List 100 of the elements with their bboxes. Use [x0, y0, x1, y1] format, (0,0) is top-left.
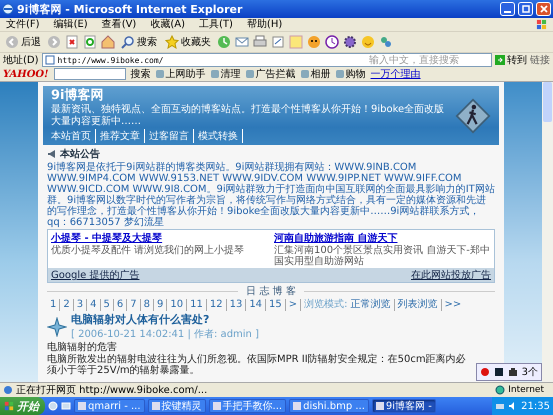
links-button[interactable]: 链接 [530, 53, 550, 67]
menu-item[interactable]: 文件(F) [6, 18, 40, 30]
record-icon[interactable] [480, 367, 490, 377]
announcement-text: 9i博客网是依托于9i网站群的博客类网站。9i网站群现拥有网站：WWW.9INB.COM WWW.9IMP4.COM WWW.9153.NET WWW.9IDV.COM WWW.9IPP.NET WWW.9IFF.COM WWW.9ICD.COM WWW.9I8.COM。9i网站群致力于打造面向中国互联网的全面最具影响力的IT网站群。9i博客网以数字时代的写作者为宗旨，将传统写作与网络方式结合，具有一定的媒体资源和先进的写作理念，打造最个性博客从你开始！9iboke全面改版大量内容更新中……9i网站群联系方式，qq：66713057 梦幻流星 [47, 162, 495, 228]
yahoo-link[interactable]: 一万个理由 [370, 67, 421, 81]
page-link[interactable]: 7 [127, 299, 141, 311]
page-link[interactable]: 8 [140, 299, 154, 311]
windows-logo-icon [4, 401, 14, 411]
close-icon [538, 4, 548, 14]
more-link[interactable]: >> [442, 299, 464, 311]
close-button[interactable] [536, 2, 551, 16]
clock-icon[interactable] [325, 35, 339, 49]
post-meta: [ 2006-10-21 14:02:41 | 作者: admin ] [71, 328, 259, 341]
search-icon [121, 35, 135, 49]
yahoo-search-field[interactable] [54, 68, 126, 80]
window-title: 9i博客网 - Microsoft Internet Explorer [17, 2, 244, 16]
address-label: 地址(D) [3, 54, 39, 67]
back-button[interactable]: 后退 [3, 35, 43, 49]
scrollbar[interactable] [542, 82, 553, 382]
post-title[interactable]: 电脑辐射对人体有什么害处? [71, 312, 259, 327]
start-button[interactable]: 开始 [0, 397, 45, 415]
page-link[interactable]: 12 [206, 299, 227, 311]
gear-icon[interactable] [343, 35, 357, 49]
page-link[interactable]: 3 [74, 299, 88, 311]
nav-link[interactable]: 推荐文章 [96, 129, 145, 143]
star-icon [165, 35, 179, 49]
pedestrian-sign-icon [455, 98, 491, 134]
stop-square-icon[interactable] [494, 367, 504, 377]
camera-icon[interactable] [508, 367, 518, 377]
advertise-link[interactable]: 在此网站投放广告 [411, 268, 491, 282]
clock: 21:35 [521, 400, 550, 412]
taskbar-button[interactable]: 手把手教你... [208, 399, 286, 413]
smiley-icon[interactable] [307, 35, 321, 49]
mail-icon[interactable] [235, 35, 249, 49]
star-icon [47, 316, 67, 336]
view-mode-link[interactable]: 列表浏览 [394, 299, 442, 311]
refresh-icon[interactable] [83, 35, 97, 49]
taskbar-button[interactable]: dishi.bmp ... [289, 399, 369, 413]
page-link[interactable]: 15 [266, 299, 286, 311]
site-slogan: 最新资讯、独特视点、全面互动的博客站点。打造最个性博客从你开始！9iboke全面改版大量内容更新中…… [51, 104, 446, 128]
status-text: 正在打开网页 http://www.9iboke.com/... [16, 384, 208, 397]
page-link[interactable]: 9 [154, 299, 168, 311]
maximize-button[interactable] [518, 2, 533, 16]
yahoo-toolbar-item[interactable]: 购物 [336, 67, 366, 81]
taskbar-button[interactable]: 9i博客网 - [372, 399, 436, 413]
view-mode-label: 浏览模式: [303, 299, 348, 311]
globe-icon [495, 385, 506, 395]
menu-item[interactable]: 帮助(H) [246, 18, 282, 30]
stop-icon[interactable] [65, 35, 79, 49]
menu-item[interactable]: 收藏(A) [150, 18, 185, 30]
yahoo-logo[interactable]: YAHOO! [3, 68, 49, 80]
yahoo-toolbar-item[interactable]: 相册 [300, 67, 331, 81]
go-button[interactable]: 转到 [495, 53, 527, 67]
search-button[interactable]: 搜索 [119, 35, 159, 49]
menu-item[interactable]: 工具(T) [199, 18, 233, 30]
page-link[interactable]: 10 [167, 299, 188, 311]
page-link[interactable]: 2 [60, 299, 74, 311]
yahoo-toolbar-item[interactable]: 广告拦截 [246, 67, 296, 81]
yahoo-toolbar-item[interactable]: 上网助手 [156, 67, 206, 81]
next-page-link[interactable]: > [286, 299, 302, 311]
page-loading-icon [3, 385, 13, 395]
taskbar-button[interactable]: 按键精灵 [148, 399, 206, 413]
page-link[interactable]: 13 [226, 299, 246, 311]
favorites-button[interactable]: 收藏夹 [163, 35, 213, 49]
view-mode-link[interactable]: 正常浏览 [348, 299, 395, 311]
url-text[interactable]: http://www.9iboke.com/ [58, 56, 366, 64]
windows-logo-icon [536, 19, 547, 30]
ad-title-link[interactable]: 小提琴 - 中提琴及大提琴 [51, 231, 268, 245]
minimize-button[interactable] [500, 2, 515, 16]
page-link[interactable]: 6 [114, 299, 128, 311]
yahoo-toolbar-item[interactable]: 清理 [210, 67, 241, 81]
nav-link[interactable]: 过客留言 [145, 129, 194, 143]
page-link[interactable]: 5 [100, 299, 114, 311]
history-icon[interactable] [217, 35, 231, 49]
network-icon[interactable] [495, 401, 506, 411]
desktop-icon[interactable] [61, 401, 71, 411]
announcement-title: 本站公告 [60, 148, 100, 161]
page-link[interactable]: 14 [246, 299, 266, 311]
browser-logo-icon [2, 3, 14, 15]
home-icon[interactable] [101, 35, 115, 49]
yahoo-search-button[interactable]: 搜索 [130, 67, 151, 81]
nav-link[interactable]: 模式转换 [194, 129, 243, 143]
post-subtitle: 电脑辐射的危害 [47, 342, 118, 353]
page-link[interactable]: 11 [187, 299, 207, 311]
messenger-icon[interactable] [379, 35, 393, 49]
browser-launch-icon[interactable] [48, 401, 58, 411]
page-link[interactable]: 1 [47, 299, 60, 311]
nav-link[interactable]: 本站首页 [51, 129, 96, 143]
ad-title-link[interactable]: 河南自助旅游指南 自游天下 [274, 231, 491, 245]
maximize-icon [520, 4, 530, 14]
ads-by-google-link[interactable]: Google 提供的广告 [51, 268, 140, 282]
page-link[interactable]: 4 [87, 299, 100, 311]
taskbar-button[interactable]: qmarri - ... [74, 399, 145, 413]
megaphone-icon [47, 149, 57, 159]
post-paragraph: 电脑所散发出的辐射电波往往为人们所忽视。依国际MPR II防辐射安全规定：在50cm距离内必须小于等于25V/m的辐射暴露量。 [47, 354, 467, 376]
menu-item[interactable]: 编辑(E) [54, 18, 88, 30]
scroll-thumb[interactable] [543, 82, 552, 122]
edit-icon[interactable] [271, 35, 285, 49]
printer-icon[interactable] [253, 35, 267, 49]
menu-item[interactable]: 查看(V) [102, 18, 136, 30]
